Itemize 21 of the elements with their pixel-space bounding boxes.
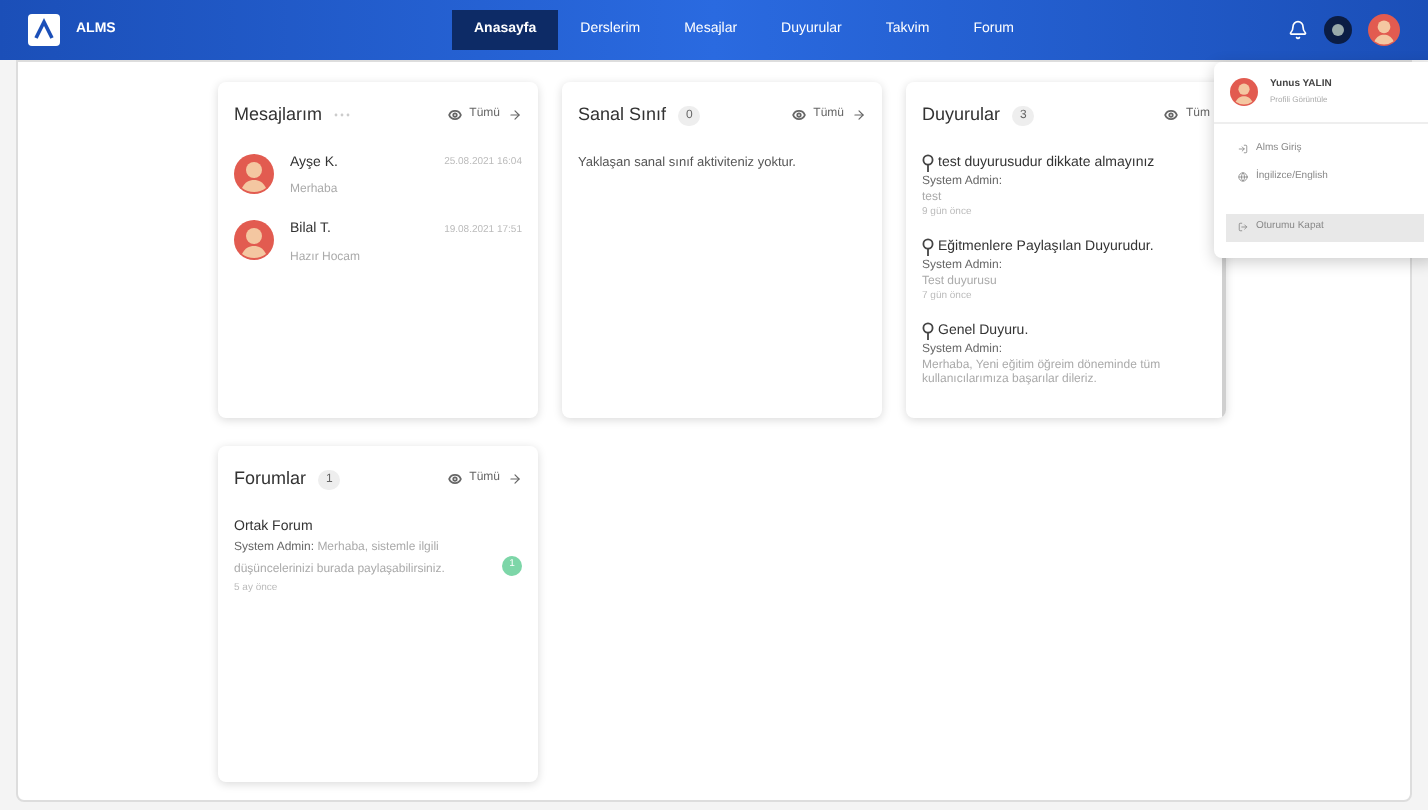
pin-icon: [922, 322, 934, 341]
card-title: Forumlar: [234, 466, 307, 492]
eye-icon: [447, 108, 462, 123]
avatar-icon: [234, 153, 274, 193]
eye-icon: [791, 108, 806, 123]
pin-icon: [922, 154, 934, 173]
language-icon: [1238, 171, 1248, 182]
card-title: Duyurular: [922, 102, 1001, 128]
eye-icon: [1164, 108, 1178, 123]
avatar-icon: [1230, 78, 1258, 106]
card-title: Sanal Sınıf: [578, 102, 667, 128]
login-icon: [1238, 144, 1248, 155]
eye-icon: [447, 472, 462, 487]
avatar-icon: [1368, 14, 1400, 46]
avatar-icon: [234, 220, 274, 260]
logout-icon: [1238, 222, 1248, 233]
logo-icon: [28, 14, 60, 46]
info-icon[interactable]: [1324, 16, 1352, 44]
pin-icon: [922, 238, 934, 257]
card-title: Mesajlarım: [234, 102, 323, 128]
notification-bell-icon[interactable]: [1288, 20, 1308, 40]
